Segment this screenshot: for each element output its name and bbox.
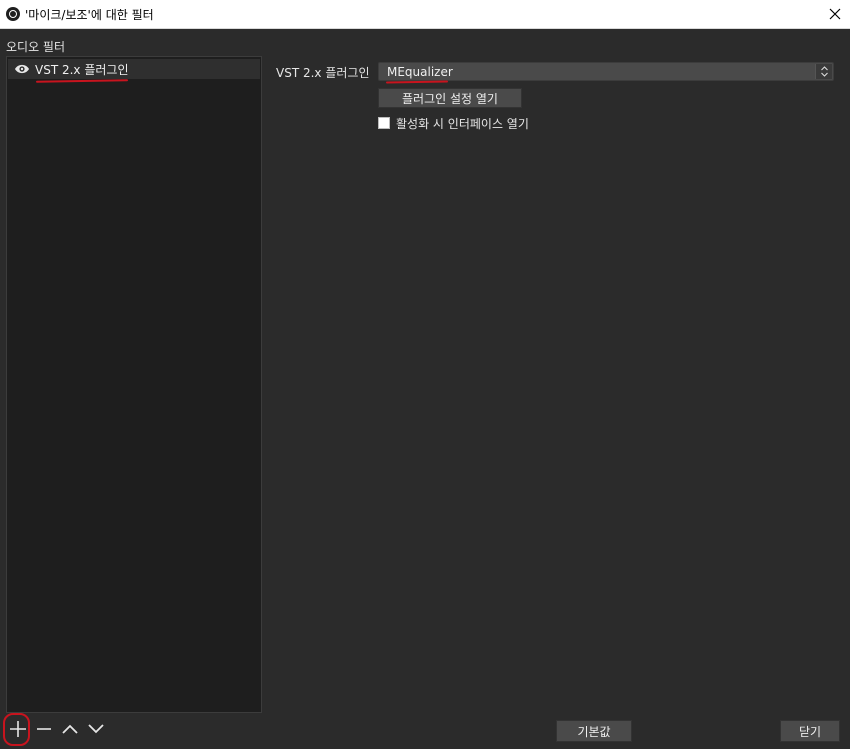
- move-down-button[interactable]: [86, 718, 106, 740]
- chevron-down-icon: [88, 724, 104, 734]
- filter-item-vst[interactable]: VST 2.x 플러그인: [8, 59, 260, 79]
- move-up-button[interactable]: [60, 718, 80, 740]
- defaults-button[interactable]: 기본값: [556, 720, 632, 742]
- window-close-button[interactable]: [820, 0, 850, 28]
- properties-panel: VST 2.x 플러그인 MEqualizer 플러그인 설정 열기 활성화 시…: [270, 56, 842, 713]
- plugin-select[interactable]: MEqualizer: [378, 62, 834, 81]
- plus-icon: [10, 721, 26, 737]
- chevron-up-icon: [62, 724, 78, 734]
- open-on-activate-checkbox[interactable]: [378, 117, 390, 129]
- open-plugin-settings-button[interactable]: 플러그인 설정 열기: [378, 88, 522, 108]
- obs-logo-icon: [6, 7, 20, 21]
- add-filter-button[interactable]: [8, 718, 28, 740]
- plugin-label: VST 2.x 플러그인: [276, 66, 370, 80]
- close-icon: [829, 8, 841, 20]
- open-on-activate-label: 활성화 시 인터페이스 열기: [396, 117, 529, 131]
- remove-filter-button[interactable]: [34, 718, 54, 740]
- close-button[interactable]: 닫기: [780, 720, 840, 742]
- minus-icon: [37, 728, 51, 730]
- window-title: '마이크/보조'에 대한 필터: [25, 8, 154, 22]
- eye-icon[interactable]: [14, 63, 30, 75]
- select-spin-icon[interactable]: [815, 64, 832, 79]
- audio-filters-label: 오디오 필터: [6, 40, 66, 54]
- chevron-up-down-icon: [821, 66, 828, 77]
- title-bar: '마이크/보조'에 대한 필터: [0, 0, 850, 29]
- filter-list[interactable]: VST 2.x 플러그인: [6, 56, 262, 713]
- filter-item-label: VST 2.x 플러그인: [35, 63, 129, 77]
- plugin-select-value: MEqualizer: [387, 65, 453, 79]
